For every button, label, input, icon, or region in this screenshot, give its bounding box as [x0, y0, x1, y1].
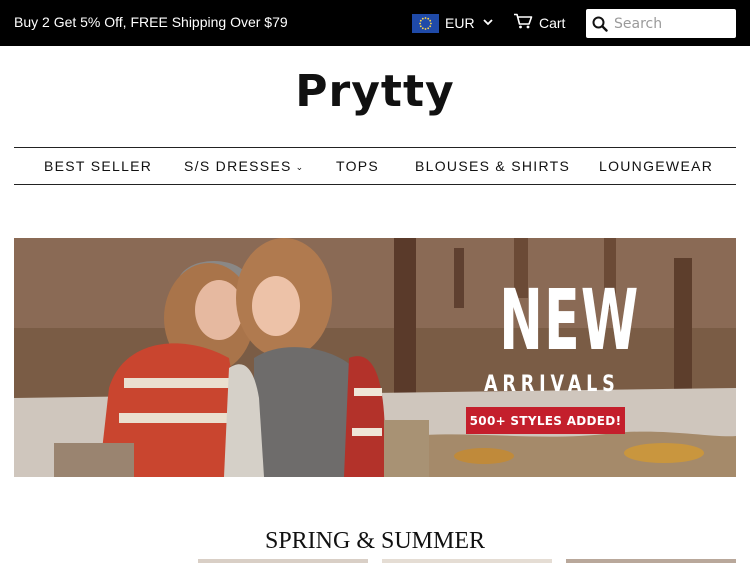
currency-label: EUR — [445, 15, 475, 31]
product-thumbnail[interactable] — [566, 559, 736, 563]
search-icon[interactable] — [586, 9, 614, 38]
chevron-down-icon — [482, 18, 493, 29]
nav-item-best-seller[interactable]: BEST SELLER — [44, 158, 152, 174]
nav-item-label: BEST SELLER — [44, 158, 153, 174]
promo-text: Buy 2 Get 5% Off, FREE Shipping Over $79 — [14, 14, 288, 30]
cart-label: Cart — [539, 14, 566, 31]
cart-link[interactable]: Cart — [513, 13, 565, 32]
nav-item-loungewear[interactable]: LOUNGEWEAR — [599, 158, 713, 174]
main-nav: BEST SELLER S/S DRESSES ⌄ TOPS BLOUSES & … — [14, 147, 736, 185]
nav-item-label: S/S DRESSES — [184, 158, 292, 174]
site-logo[interactable]: Prytty — [0, 66, 750, 117]
nav-item-ss-dresses[interactable]: S/S DRESSES ⌄ — [184, 158, 305, 174]
hero-subheadline: ARRIVALS — [484, 372, 620, 397]
announcement-bar: Buy 2 Get 5% Off, FREE Shipping Over $79… — [0, 0, 750, 46]
section-title: SPRING & SUMMER — [264, 528, 486, 554]
product-thumbnail[interactable] — [198, 559, 368, 563]
eu-flag-icon — [412, 13, 439, 33]
hero-headline: NEW — [499, 271, 640, 369]
search-box[interactable] — [586, 9, 736, 38]
nav-item-label: TOPS — [336, 158, 380, 174]
product-thumbnail[interactable] — [382, 559, 552, 563]
hero-badge[interactable]: 500+ STYLES ADDED! — [466, 407, 625, 434]
nav-item-label: BLOUSES & SHIRTS — [415, 158, 571, 174]
chevron-down-icon: ⌄ — [295, 162, 305, 172]
nav-item-tops[interactable]: TOPS — [336, 158, 379, 174]
nav-item-label: LOUNGEWEAR — [599, 158, 714, 174]
search-input[interactable] — [614, 15, 726, 32]
currency-selector[interactable]: EUR — [412, 13, 493, 33]
cart-icon — [513, 13, 533, 32]
hero-banner[interactable]: NEW ARRIVALS 500+ STYLES ADDED! — [14, 238, 736, 477]
nav-item-blouses-shirts[interactable]: BLOUSES & SHIRTS — [415, 158, 570, 174]
